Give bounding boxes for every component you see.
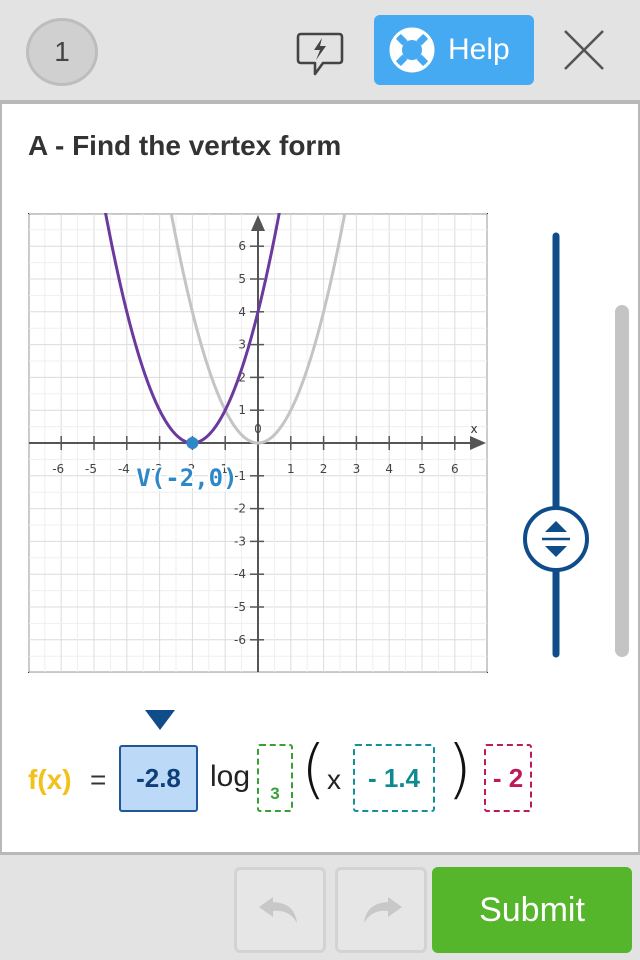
log-base-input[interactable]: 3 — [257, 744, 293, 812]
submit-button[interactable]: Submit — [432, 867, 632, 953]
lightning-speech-bubble-icon — [296, 32, 344, 76]
x-tick-label: 2 — [320, 462, 328, 476]
y-tick-label: -6 — [234, 633, 246, 647]
x-tick-label: -6 — [52, 462, 64, 476]
undo-button[interactable] — [234, 867, 326, 953]
x-tick-label: 6 — [451, 462, 459, 476]
y-tick-label: -3 — [234, 534, 246, 548]
y-tick-label: 1 — [238, 403, 246, 417]
selected-parameter-pointer — [145, 710, 175, 730]
h-shift-input[interactable]: - 1.4 — [353, 744, 435, 812]
y-tick-label: 3 — [238, 338, 246, 352]
y-tick-label: -4 — [234, 567, 246, 581]
x-variable: x — [327, 764, 341, 795]
step-number-badge: 1 — [26, 18, 98, 86]
a-coefficient-input[interactable]: -2.8 — [119, 745, 198, 812]
close-parenthesis: ) — [447, 733, 472, 807]
slider-handle[interactable] — [523, 506, 589, 572]
vertex-point[interactable] — [186, 437, 199, 449]
bottom-bar: Submit — [0, 852, 640, 960]
equals-sign: = — [90, 764, 107, 795]
scrollbar[interactable] — [615, 305, 629, 657]
lifebuoy-icon — [389, 27, 435, 73]
log-label: log — [210, 760, 251, 793]
x-tick-label: 5 — [418, 462, 426, 476]
x-axis-label: x — [470, 422, 477, 436]
redo-button[interactable] — [335, 867, 427, 953]
k-shift-input[interactable]: - 2 — [484, 744, 532, 812]
close-icon — [564, 30, 604, 70]
y-tick-label: 4 — [238, 305, 246, 319]
parameter-slider[interactable] — [520, 232, 592, 658]
function-label: f(x) — [28, 764, 72, 795]
x-tick-label: 1 — [287, 462, 295, 476]
x-tick-label: 4 — [385, 462, 393, 476]
y-tick-label: 6 — [238, 239, 246, 253]
y-tick-label: 5 — [238, 272, 246, 286]
x-tick-label: 3 — [353, 462, 361, 476]
undo-icon — [259, 897, 297, 923]
redo-icon — [364, 897, 402, 923]
help-button-label: Help — [448, 33, 510, 66]
y-tick-label: -5 — [234, 600, 246, 614]
vertex-label: V(-2,0) — [136, 464, 237, 492]
hint-button[interactable] — [290, 26, 350, 82]
help-button[interactable]: Help — [374, 15, 534, 85]
top-bar: 1 Help — [0, 0, 640, 104]
x-tick-label: -4 — [118, 462, 130, 476]
x-tick-label: -5 — [85, 462, 97, 476]
open-parenthesis: ( — [301, 733, 326, 807]
y-tick-label: -2 — [234, 502, 246, 516]
question-title: A - Find the vertex form — [28, 130, 342, 161]
close-button[interactable] — [558, 24, 610, 76]
x-tick-label: 0 — [254, 422, 262, 436]
coordinate-graph[interactable]: -6 -5 -4 -3 -2 -101 2 3 4 5 6-6-5-4-3-2-1123456xV(… — [28, 213, 488, 673]
